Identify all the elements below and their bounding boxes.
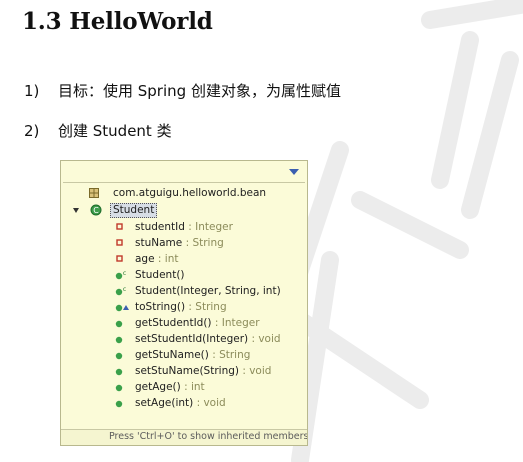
member-type: : Integer [211, 317, 260, 329]
member-name: getStuName() [135, 349, 209, 361]
constructor-icon: c [115, 286, 126, 296]
svg-text:c: c [123, 270, 126, 277]
member-type: : void [248, 333, 281, 345]
member-type: : String [182, 237, 224, 249]
view-menu-icon[interactable] [289, 169, 299, 176]
svg-text:c: c [123, 286, 126, 293]
public-method-icon [115, 336, 123, 344]
step-1: 1) 目标：使用 Spring 创建对象，为属性赋值 [24, 80, 341, 101]
step-text: 创建 Student 类 [58, 122, 172, 140]
member-type: : Integer [184, 221, 233, 233]
member-name: studentId [135, 221, 185, 233]
package-icon [89, 188, 99, 198]
member-type: : String [185, 301, 227, 313]
quick-outline-popup: com.atguigu.helloworld.bean C Student st… [60, 160, 308, 446]
step-number: 2) [24, 122, 40, 140]
section-heading: 1.3 HelloWorld [22, 8, 213, 35]
member-type: : String [208, 349, 251, 361]
constructor-icon: c [115, 270, 126, 280]
member-type: : void [239, 365, 272, 377]
member-name: setStuName(String) [135, 365, 239, 377]
public-method-icon [115, 320, 123, 328]
public-method-icon [115, 352, 123, 360]
member-type: : int [154, 253, 179, 265]
member-name: Student() [135, 269, 185, 281]
member-name: toString() [135, 301, 186, 313]
collapse-arrow-icon[interactable] [73, 207, 80, 214]
svg-text:C: C [93, 206, 99, 215]
class-icon: C [90, 204, 102, 216]
outline-filter-bar[interactable] [63, 163, 305, 183]
private-field-icon [116, 239, 123, 246]
member-name: setAge(int) [135, 397, 194, 409]
public-method-icon [115, 400, 123, 408]
member-name: age [135, 253, 155, 265]
step-number: 1) [24, 82, 40, 100]
public-method-icon [115, 384, 123, 392]
outline-footer-hint: Press 'Ctrl+O' to show inherited members [61, 429, 307, 445]
member-type: : int [180, 381, 205, 393]
package-name: com.atguigu.helloworld.bean [113, 187, 267, 199]
member-type: : void [193, 397, 226, 409]
member-name: getStudentId() [135, 317, 212, 329]
step-text: 目标：使用 Spring 创建对象，为属性赋值 [58, 82, 341, 100]
public-method-icon [115, 368, 123, 376]
member-name: stuName [135, 237, 183, 249]
private-field-icon [116, 255, 123, 262]
member-name: Student(Integer, String, int) [135, 285, 281, 297]
member-name: getAge() [135, 381, 181, 393]
member-name: setStudentId(Integer) [135, 333, 249, 345]
step-2: 2) 创建 Student 类 [24, 120, 172, 141]
class-name: Student [110, 203, 158, 218]
override-method-icon [115, 304, 129, 312]
private-field-icon [116, 223, 123, 230]
